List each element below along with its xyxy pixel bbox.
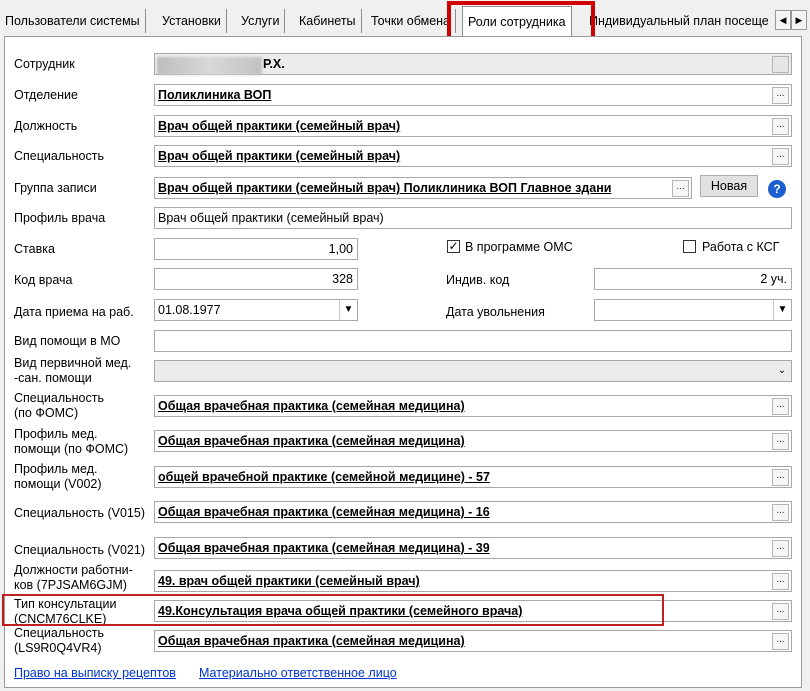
doctor-profile-label: Профиль врача [14, 211, 106, 225]
department-select-button[interactable]: ... [772, 87, 789, 104]
employee-label: Сотрудник [14, 57, 75, 71]
tab-cabinets[interactable]: Кабинеты [294, 9, 362, 33]
spec-v021-label: Специальность (V021) [14, 543, 145, 557]
dismiss-date-label: Дата увольнения [446, 305, 545, 319]
primary-help-label-1: Вид первичной мед. [14, 356, 132, 370]
spec-ls-label-1: Специальность [14, 626, 104, 640]
specialty-select-button[interactable]: ... [772, 148, 789, 165]
prescription-rights-link[interactable]: Право на выписку рецептов [14, 666, 176, 680]
worker-pos-select-button[interactable]: ... [772, 573, 789, 590]
consult-type-select-button[interactable]: ... [772, 603, 789, 620]
position-select-button[interactable]: ... [772, 118, 789, 135]
tab-settings[interactable]: Установки [157, 9, 227, 33]
spec-foms-field[interactable]: Общая врачебная практика (семейная медиц… [154, 395, 792, 417]
profile-foms-label-1: Профиль мед. [14, 427, 98, 441]
doctor-code-field[interactable]: 328 [154, 268, 358, 290]
spec-ls-field[interactable]: Общая врачебная практика (семейная медиц… [154, 630, 792, 652]
profile-foms-select-button[interactable]: ... [772, 433, 789, 450]
new-group-button[interactable]: Новая [700, 175, 758, 197]
spec-ls-label-2: (LS9R0Q4VR4) [14, 641, 102, 655]
specialty-field[interactable]: Врач общей практики (семейный врач) [154, 145, 792, 167]
consult-type-highlight-box [2, 594, 664, 626]
doctor-profile-field[interactable]: Врач общей практики (семейный врач) [154, 207, 792, 229]
group-select-button[interactable]: ... [672, 180, 689, 197]
profile-v002-label-2: помощи (V002) [14, 477, 102, 491]
employee-value: Р.Х. [263, 57, 285, 71]
profile-v002-field[interactable]: общей врачебной практике (семейной медиц… [154, 466, 792, 488]
dismiss-date-dropdown-icon[interactable]: ▼ [773, 300, 791, 320]
profile-v002-label-1: Профиль мед. [14, 462, 98, 476]
tab-individual-plan[interactable]: Индивидуальный план посеще [584, 9, 772, 33]
worker-pos-field[interactable]: 49. врач общей практики (семейный врач) [154, 570, 792, 592]
hire-date-label: Дата приема на раб. [14, 305, 134, 319]
department-label: Отделение [14, 88, 78, 102]
spec-v015-label: Специальность (V015) [14, 506, 145, 520]
tab-highlight-box [447, 1, 595, 41]
oms-checkbox[interactable]: ✓ [447, 240, 460, 253]
rate-field[interactable]: 1,00 [154, 238, 358, 260]
tab-services[interactable]: Услуги [236, 9, 286, 33]
tab-strip: Пользователи системы Установки Услуги Ка… [0, 0, 810, 41]
spec-v015-select-button[interactable]: ... [772, 504, 789, 521]
employee-select-button[interactable] [772, 56, 789, 73]
department-field[interactable]: Поликлиника ВОП [154, 84, 792, 106]
ind-code-label: Индив. код [446, 273, 510, 287]
spec-foms-label-2: (по ФОМС) [14, 406, 79, 420]
doctor-code-label: Код врача [14, 273, 73, 287]
specialty-label: Специальность [14, 149, 104, 163]
worker-pos-label-2: ков (7PJSAM6GJM) [14, 578, 127, 592]
spec-v021-field[interactable]: Общая врачебная практика (семейная медиц… [154, 537, 792, 559]
help-type-field[interactable] [154, 330, 792, 352]
profile-foms-label-2: помощи (по ФОМС) [14, 442, 129, 456]
profile-foms-field[interactable]: Общая врачебная практика (семейная медиц… [154, 430, 792, 452]
position-label: Должность [14, 119, 78, 133]
ksg-checkbox[interactable] [683, 240, 696, 253]
tab-exchange-points[interactable]: Точки обмена [366, 9, 457, 33]
tab-system-users[interactable]: Пользователи системы [0, 9, 146, 33]
profile-v002-select-button[interactable]: ... [772, 469, 789, 486]
spec-v021-select-button[interactable]: ... [772, 540, 789, 557]
spec-ls-select-button[interactable]: ... [772, 633, 789, 650]
oms-label: В программе ОМС [465, 240, 573, 254]
ind-code-field[interactable]: 2 уч. [594, 268, 792, 290]
group-label: Группа записи [14, 181, 97, 195]
ksg-label: Работа с КСГ [702, 240, 780, 254]
dismiss-date-field[interactable] [594, 299, 792, 321]
employee-redacted-area [157, 57, 262, 75]
rate-label: Ставка [14, 242, 55, 256]
hire-date-dropdown-icon[interactable]: ▼ [339, 300, 357, 320]
position-field[interactable]: Врач общей практики (семейный врач) [154, 115, 792, 137]
spec-v015-field[interactable]: Общая врачебная практика (семейная медиц… [154, 501, 792, 523]
hire-date-field[interactable]: 01.08.1977 [154, 299, 358, 321]
group-field[interactable]: Врач общей практики (семейный врач) Поли… [154, 177, 692, 199]
spec-foms-label-1: Специальность [14, 391, 104, 405]
tab-scroll-right-button[interactable]: ▶ [791, 10, 807, 30]
spec-foms-select-button[interactable]: ... [772, 398, 789, 415]
responsible-person-link[interactable]: Материально ответственное лицо [199, 666, 397, 680]
tab-scroll-left-button[interactable]: ◀ [775, 10, 791, 30]
help-type-label: Вид помощи в МО [14, 334, 121, 348]
help-icon[interactable]: ? [768, 180, 786, 198]
worker-pos-label-1: Должности работни- [14, 563, 133, 577]
primary-help-label-2: -сан. помощи [14, 371, 92, 385]
primary-help-chevron-down-icon[interactable]: ⌄ [773, 361, 791, 381]
primary-help-select[interactable] [154, 360, 792, 382]
